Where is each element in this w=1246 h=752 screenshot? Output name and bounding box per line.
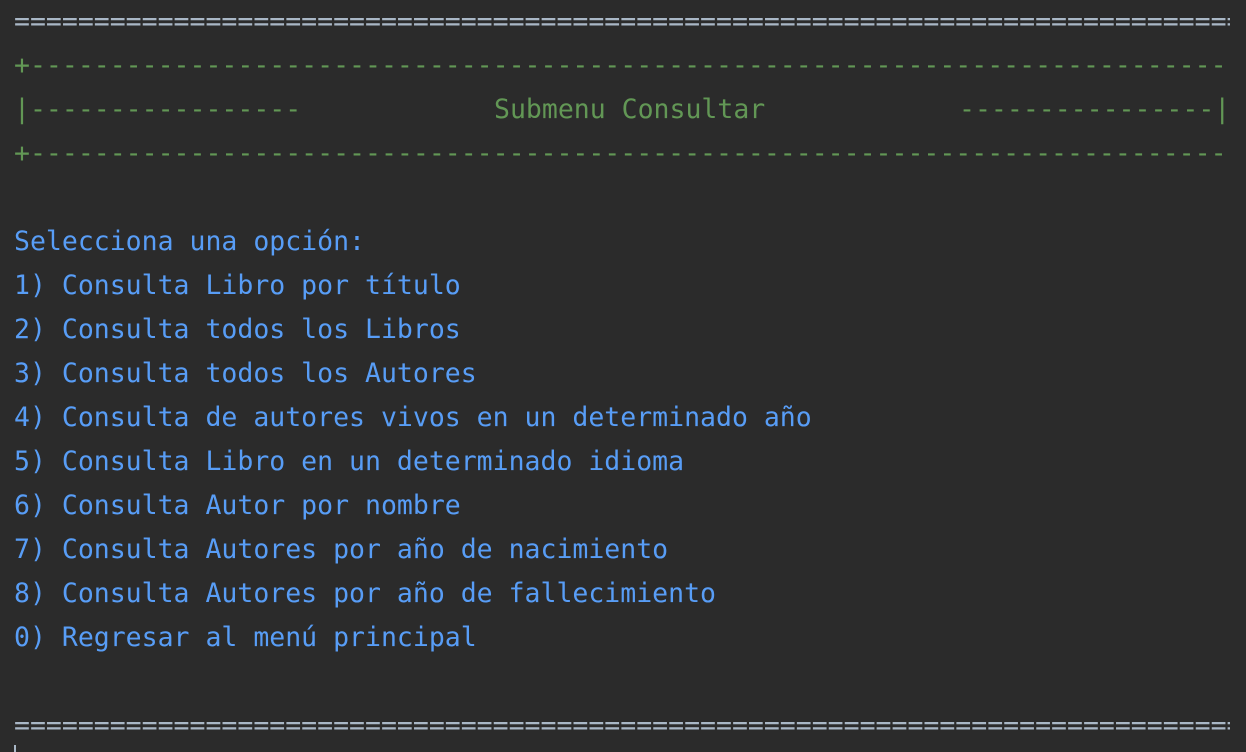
menu-option: 6) Consulta Autor por nombre: [14, 490, 461, 521]
banner-top-border: +---------------------------------------…: [14, 44, 1230, 88]
bottom-equals-rule: ========================================…: [14, 704, 1230, 748]
banner-left-dashes: |-----------------: [14, 94, 302, 125]
menu-option: 4) Consulta de autores vivos en un deter…: [14, 402, 812, 433]
top-equals-text: ========================================…: [14, 6, 1230, 37]
menu-option: 5) Consulta Libro en un determinado idio…: [14, 446, 685, 477]
menu-option: 1) Consulta Libro por título: [14, 270, 461, 301]
menu-option: 7) Consulta Autores por año de nacimient…: [14, 534, 669, 565]
menu-option: 8) Consulta Autores por año de fallecimi…: [14, 578, 716, 609]
top-equals-rule: ========================================…: [14, 0, 1230, 44]
menu-prompt: Selecciona una opción:: [14, 226, 365, 257]
banner-bottom-border: +---------------------------------------…: [14, 132, 1230, 176]
menu-option: 2) Consulta todos los Libros: [14, 314, 461, 345]
banner: |----------------- Submenu Consultar ---…: [14, 88, 1230, 132]
bottom-equals-text: ========================================…: [14, 710, 1230, 741]
menu-option: 3) Consulta todos los Autores: [14, 358, 477, 389]
input-caret[interactable]: [14, 745, 16, 752]
banner-title: Submenu Consultar: [494, 94, 766, 125]
banner-bottom-border-text: +---------------------------------------…: [14, 138, 1230, 169]
menu-option: 0) Regresar al menú principal: [14, 622, 477, 653]
console-output: ========================================…: [0, 0, 1246, 752]
banner-right-dashes: ----------------|: [959, 94, 1231, 125]
banner-top-border-text: +---------------------------------------…: [14, 50, 1230, 81]
